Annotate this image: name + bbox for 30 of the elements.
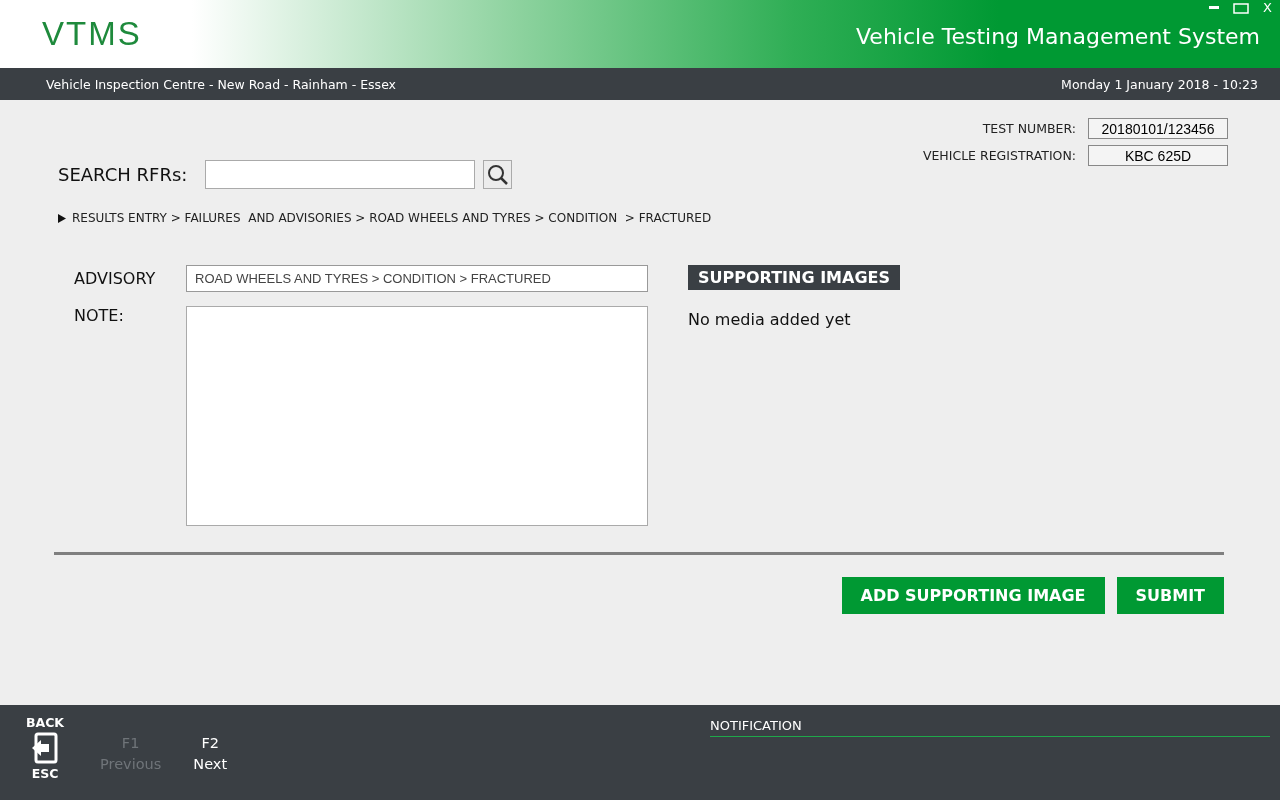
- close-button[interactable]: X: [1263, 0, 1272, 16]
- info-value: KBC 625D: [1088, 145, 1228, 166]
- section-heading: SUPPORTING IMAGES: [688, 265, 900, 290]
- info-label: VEHICLE REGISTRATION:: [922, 148, 1076, 163]
- search-field[interactable]: [205, 160, 476, 189]
- submit-button[interactable]: SUBMIT: [1116, 577, 1224, 614]
- search-icon: [486, 163, 509, 186]
- advisory-field[interactable]: ROAD WHEELS AND TYRES > CONDITION > FRACTURED: [186, 265, 648, 292]
- exit-icon[interactable]: [31, 732, 59, 764]
- esc-label: ESC: [31, 766, 59, 781]
- maximize-icon[interactable]: [1233, 2, 1250, 14]
- app-logo: VTMS: [42, 15, 142, 53]
- app-title: Vehicle Testing Management System: [856, 23, 1260, 49]
- breadcrumb: RESULTS ENTRY > FAILURES AND ADVISORIES > ROAD WHEELS AND TYRES > CONDITION > FRACTURED: [72, 211, 712, 225]
- empty-media-text: No media added yet: [688, 310, 851, 329]
- triangle-icon: [58, 213, 66, 223]
- function-key[interactable]: F2 Next: [193, 733, 228, 800]
- notification-header: NOTIFICATION: [710, 715, 1270, 737]
- info-label: TEST NUMBER:: [981, 121, 1076, 136]
- location-text: Vehicle Inspection Centre - New Road - Rainham - Essex: [46, 76, 396, 92]
- search-label: SEARCH RFRs:: [58, 164, 188, 185]
- add-image-button[interactable]: ADD SUPPORTING IMAGE: [841, 577, 1105, 614]
- back-label: BACK: [25, 715, 65, 730]
- note-label: NOTE:: [74, 306, 125, 327]
- advisory-label: ADVISORY: [74, 269, 157, 288]
- datetime-text: Monday 1 January 2018 - 10:23: [1061, 76, 1258, 92]
- info-value: 20180101/123456: [1088, 118, 1228, 139]
- search-button[interactable]: [483, 160, 513, 189]
- note-field[interactable]: [186, 306, 648, 526]
- minimize-icon[interactable]: [1209, 6, 1220, 10]
